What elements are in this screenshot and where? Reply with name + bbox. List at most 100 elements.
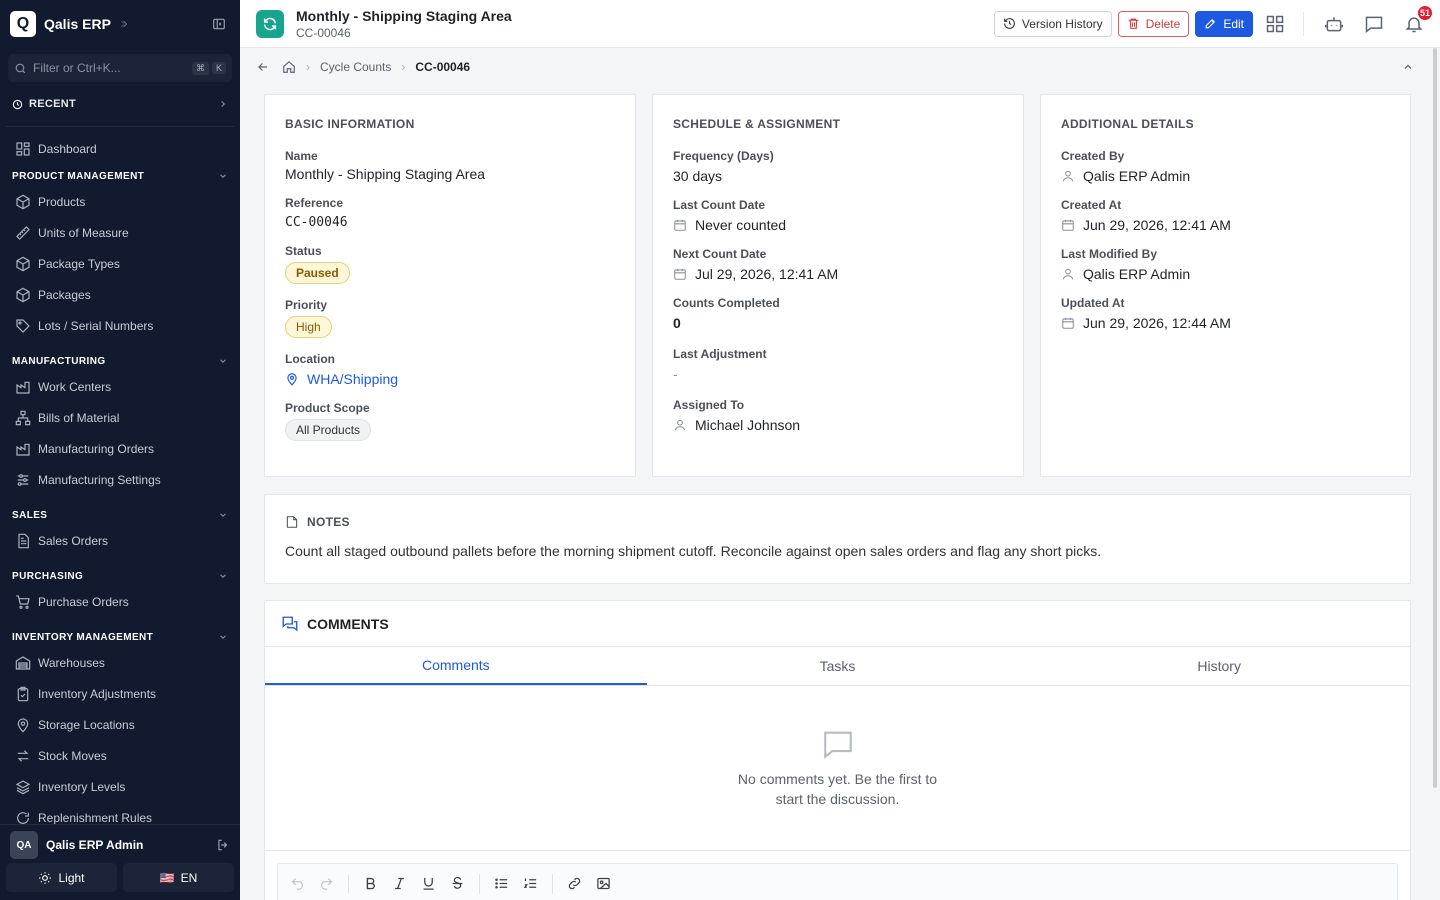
tab-tasks[interactable]: Tasks bbox=[647, 647, 1029, 685]
image-icon[interactable] bbox=[596, 876, 611, 891]
tag-icon bbox=[15, 318, 31, 334]
field-value: 30 days bbox=[673, 168, 723, 184]
additional-details-card: ADDITIONAL DETAILS Created By Qalis ERP … bbox=[1040, 94, 1411, 477]
version-history-label: Version History bbox=[1021, 16, 1103, 31]
link-icon[interactable] bbox=[567, 876, 582, 891]
bot-icon[interactable] bbox=[1324, 14, 1344, 34]
field-label: Location bbox=[285, 352, 335, 366]
card-heading: BASIC INFORMATION bbox=[285, 117, 415, 131]
sidebar-item-bills-of-material[interactable]: Bills of Material bbox=[6, 402, 234, 433]
grid-apps-icon[interactable] bbox=[1265, 14, 1285, 34]
basic-information-card: BASIC INFORMATION Name Monthly - Shippin… bbox=[264, 94, 636, 477]
status-badge: Paused bbox=[285, 262, 350, 284]
theme-label: Light bbox=[58, 870, 85, 885]
strikethrough-icon[interactable] bbox=[450, 876, 465, 891]
comments-icon bbox=[281, 615, 299, 633]
comments-tabs: Comments Tasks History bbox=[265, 647, 1410, 686]
field-last-modified-by: Last Modified By Qalis ERP Admin bbox=[1061, 247, 1390, 282]
user-icon bbox=[1061, 169, 1075, 183]
sidebar-item-manufacturing-orders[interactable]: Manufacturing Orders bbox=[6, 433, 234, 464]
sidebar-item-label: Replenishment Rules bbox=[38, 810, 153, 825]
layers-icon bbox=[15, 779, 31, 795]
tab-history[interactable]: History bbox=[1028, 647, 1410, 685]
sidebar-item-inventory-levels[interactable]: Inventory Levels bbox=[6, 771, 234, 802]
sidebar-item-products[interactable]: Products bbox=[6, 186, 234, 217]
sidebar-section-purchasing[interactable]: PURCHASING bbox=[6, 566, 234, 586]
back-arrow-icon[interactable] bbox=[256, 60, 270, 74]
sidebar-section-product[interactable]: PRODUCT MANAGEMENT bbox=[6, 166, 234, 186]
edit-button[interactable]: Edit bbox=[1195, 10, 1253, 37]
field-value-row: Qalis ERP Admin bbox=[1061, 266, 1390, 282]
bold-icon[interactable] bbox=[363, 876, 378, 891]
home-icon[interactable] bbox=[282, 60, 296, 74]
sidebar-item-packages[interactable]: Packages bbox=[6, 279, 234, 310]
sidebar-item-storage-locations[interactable]: Storage Locations bbox=[6, 709, 234, 740]
field-label: Next Count Date bbox=[673, 247, 767, 261]
chevron-right-icon[interactable] bbox=[119, 18, 131, 30]
sidebar-item-manufacturing-settings[interactable]: Manufacturing Settings bbox=[6, 464, 234, 495]
page-scrollbar[interactable] bbox=[1430, 48, 1440, 900]
chevron-down-icon bbox=[218, 510, 228, 520]
redo-icon[interactable] bbox=[319, 876, 334, 891]
recent-toggle[interactable]: RECENT bbox=[12, 92, 228, 116]
italic-icon[interactable] bbox=[392, 876, 407, 891]
hierarchy-icon bbox=[15, 410, 31, 426]
edit-icon bbox=[1204, 17, 1217, 30]
sidebar-section-sales[interactable]: SALES bbox=[6, 505, 234, 525]
document-icon bbox=[15, 533, 31, 549]
theme-toggle-button[interactable]: Light bbox=[6, 863, 117, 892]
sidebar-item-dashboard[interactable]: Dashboard bbox=[6, 133, 234, 164]
search-icon bbox=[14, 62, 27, 75]
app-name[interactable]: Qalis ERP bbox=[44, 16, 111, 32]
sidebar-item-work-centers[interactable]: Work Centers bbox=[6, 371, 234, 402]
user-icon bbox=[1061, 267, 1075, 281]
sidebar-item-label: Dashboard bbox=[38, 141, 97, 156]
delete-button[interactable]: Delete bbox=[1117, 10, 1190, 37]
clock-icon bbox=[12, 99, 23, 110]
sidebar-header: Q Qalis ERP bbox=[0, 0, 240, 48]
breadcrumb-current: CC-00046 bbox=[415, 60, 471, 74]
location-link[interactable]: WHA/Shipping bbox=[285, 371, 615, 387]
chat-icon[interactable] bbox=[1364, 14, 1384, 34]
numbered-list-icon[interactable] bbox=[523, 876, 538, 891]
language-button[interactable]: 🇺🇸 EN bbox=[123, 863, 234, 892]
chevron-up-icon[interactable] bbox=[1402, 61, 1414, 73]
chevron-right-icon bbox=[218, 99, 228, 109]
trash-icon bbox=[1127, 17, 1140, 30]
sidebar-item-units-of-measure[interactable]: Units of Measure bbox=[6, 217, 234, 248]
sidebar-item-sales-orders[interactable]: Sales Orders bbox=[6, 525, 234, 556]
sidebar-collapse-icon[interactable] bbox=[212, 17, 226, 31]
field-value-row: Jun 29, 2026, 12:41 AM bbox=[1061, 217, 1390, 233]
undo-icon[interactable] bbox=[290, 876, 305, 891]
empty-text-line-2: start the discussion. bbox=[775, 791, 900, 807]
logout-icon[interactable] bbox=[216, 838, 230, 852]
field-value: - bbox=[673, 366, 678, 382]
notifications-button[interactable]: 51 bbox=[1404, 3, 1434, 34]
bullet-list-icon[interactable] bbox=[494, 876, 509, 891]
field-label: Assigned To bbox=[673, 398, 745, 412]
sidebar-item-inventory-adjustments[interactable]: Inventory Adjustments bbox=[6, 678, 234, 709]
underline-icon[interactable] bbox=[421, 876, 436, 891]
message-square-icon bbox=[821, 727, 855, 761]
toolbar-divider bbox=[552, 873, 553, 894]
app-logo[interactable]: Q bbox=[10, 11, 36, 37]
sidebar-item-warehouses[interactable]: Warehouses bbox=[6, 647, 234, 678]
sidebar-item-package-types[interactable]: Package Types bbox=[6, 248, 234, 279]
scrollbar-thumb[interactable] bbox=[1433, 48, 1437, 788]
field-name: Name Monthly - Shipping Staging Area bbox=[285, 149, 615, 182]
breadcrumb-parent[interactable]: Cycle Counts bbox=[320, 60, 391, 74]
tab-comments[interactable]: Comments bbox=[265, 647, 647, 685]
sidebar-item-stock-moves[interactable]: Stock Moves bbox=[6, 740, 234, 771]
sidebar-section-manufacturing[interactable]: MANUFACTURING bbox=[6, 351, 234, 371]
sidebar-section-inventory[interactable]: INVENTORY MANAGEMENT bbox=[6, 627, 234, 647]
sidebar-item-lots-serial-numbers[interactable]: Lots / Serial Numbers bbox=[6, 310, 234, 341]
sidebar-footer: QA Qalis ERP Admin Light 🇺🇸 EN bbox=[0, 824, 240, 900]
version-history-button[interactable]: Version History bbox=[993, 10, 1112, 37]
user-profile[interactable]: QA Qalis ERP Admin bbox=[0, 827, 240, 863]
arrows-exchange-icon bbox=[15, 748, 31, 764]
sidebar-item-purchase-orders[interactable]: Purchase Orders bbox=[6, 586, 234, 617]
field-label: Counts Completed bbox=[673, 296, 780, 310]
comments-card: COMMENTS Comments Tasks History No comme… bbox=[264, 600, 1411, 900]
field-label: Created At bbox=[1061, 198, 1122, 212]
sidebar-filter-input[interactable]: Filter or Ctrl+K... ⌘ K bbox=[8, 54, 232, 82]
